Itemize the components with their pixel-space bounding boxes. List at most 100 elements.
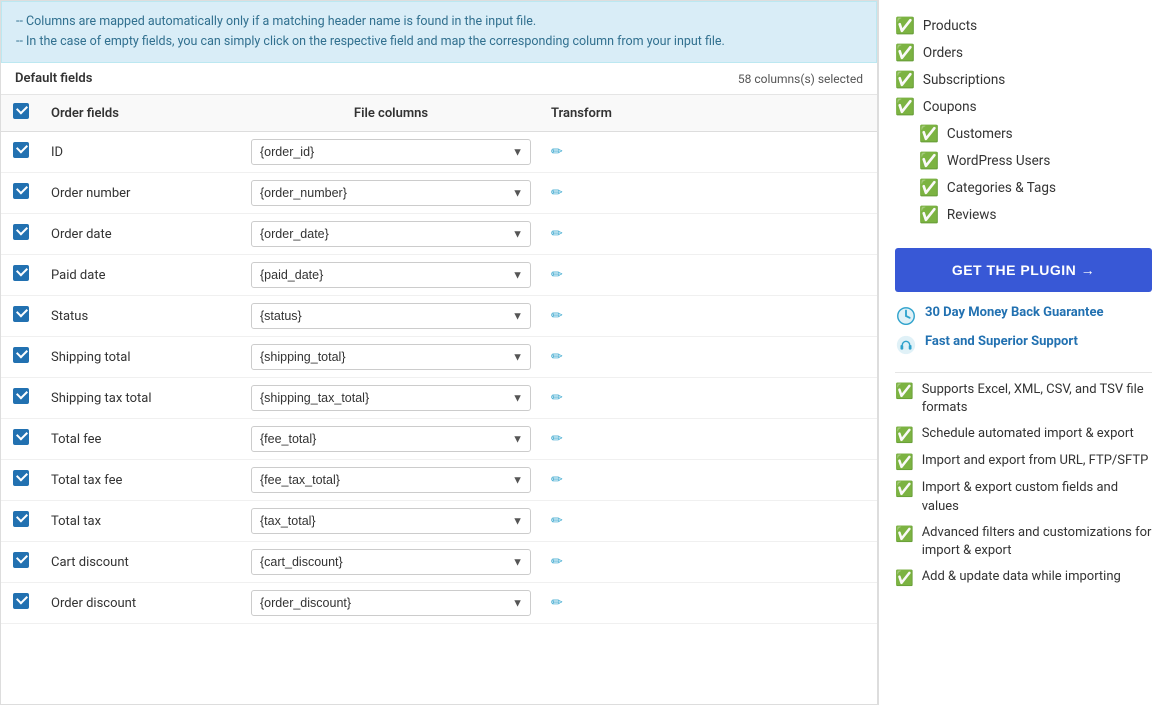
- row-checkbox[interactable]: [13, 388, 29, 404]
- file-column-select[interactable]: {paid_date}: [251, 262, 531, 288]
- file-column-select[interactable]: {order_number}: [251, 180, 531, 206]
- table-row: Total tax fee {fee_tax_total} ▼ ✏: [1, 460, 877, 501]
- row-checkbox-cell[interactable]: [1, 419, 41, 460]
- check-icon: ✅: [895, 97, 915, 116]
- table-header-row: Order fields File columns Transform: [1, 95, 877, 132]
- check-icon: ✅: [919, 124, 939, 143]
- select-wrapper: {fee_tax_total} ▼: [251, 467, 531, 493]
- header-checkbox-cell[interactable]: [1, 95, 41, 132]
- edit-icon[interactable]: ✏: [551, 513, 563, 529]
- row-checkbox[interactable]: [13, 347, 29, 363]
- edit-icon[interactable]: ✏: [551, 390, 563, 406]
- file-column-select[interactable]: {fee_tax_total}: [251, 467, 531, 493]
- file-column-select[interactable]: {tax_total}: [251, 508, 531, 534]
- nav-sub-item[interactable]: ✅ WordPress Users: [895, 147, 1152, 174]
- support-text: Fast and Superior Support: [925, 333, 1078, 351]
- nav-item[interactable]: ✅ Coupons: [895, 93, 1152, 120]
- edit-icon[interactable]: ✏: [551, 595, 563, 611]
- row-order-field-label: Status: [41, 296, 241, 337]
- info-line1: -- Columns are mapped automatically only…: [16, 12, 862, 32]
- feature-text: Add & update data while importing: [922, 568, 1121, 586]
- file-column-select[interactable]: {cart_discount}: [251, 549, 531, 575]
- money-back-text: 30 Day Money Back Guarantee: [925, 304, 1104, 322]
- feature-check-icon: ✅: [895, 480, 914, 498]
- row-edit-cell: ✏: [541, 214, 877, 255]
- file-column-select[interactable]: {order_id}: [251, 139, 531, 165]
- row-checkbox-cell[interactable]: [1, 132, 41, 173]
- row-checkbox-cell[interactable]: [1, 173, 41, 214]
- feature-text: Supports Excel, XML, CSV, and TSV file f…: [922, 381, 1152, 417]
- row-checkbox[interactable]: [13, 593, 29, 609]
- row-checkbox-cell[interactable]: [1, 337, 41, 378]
- row-checkbox[interactable]: [13, 224, 29, 240]
- row-edit-cell: ✏: [541, 460, 877, 501]
- row-checkbox[interactable]: [13, 183, 29, 199]
- row-edit-cell: ✏: [541, 378, 877, 419]
- file-column-select[interactable]: {status}: [251, 303, 531, 329]
- row-checkbox-cell[interactable]: [1, 542, 41, 583]
- row-checkbox-cell[interactable]: [1, 583, 41, 624]
- feature-text: Import & export custom fields and values: [922, 479, 1152, 515]
- table-row: Cart discount {cart_discount} ▼ ✏: [1, 542, 877, 583]
- row-file-column-select-cell: {order_id} ▼: [241, 132, 541, 173]
- file-column-select[interactable]: {order_date}: [251, 221, 531, 247]
- table-row: Order date {order_date} ▼ ✏: [1, 214, 877, 255]
- row-checkbox[interactable]: [13, 511, 29, 527]
- select-wrapper: {tax_total} ▼: [251, 508, 531, 534]
- feature-item: ✅ Add & update data while importing: [895, 568, 1152, 587]
- nav-item-label: Subscriptions: [923, 72, 1005, 88]
- row-file-column-select-cell: {fee_total} ▼: [241, 419, 541, 460]
- row-checkbox[interactable]: [13, 265, 29, 281]
- select-wrapper: {order_date} ▼: [251, 221, 531, 247]
- edit-icon[interactable]: ✏: [551, 554, 563, 570]
- header-order-fields: Order fields: [41, 95, 241, 132]
- edit-icon[interactable]: ✏: [551, 431, 563, 447]
- file-column-select[interactable]: {order_discount}: [251, 590, 531, 616]
- select-wrapper: {status} ▼: [251, 303, 531, 329]
- edit-icon[interactable]: ✏: [551, 267, 563, 283]
- nav-item[interactable]: ✅ Products: [895, 12, 1152, 39]
- file-column-select[interactable]: {shipping_tax_total}: [251, 385, 531, 411]
- row-checkbox[interactable]: [13, 142, 29, 158]
- nav-item[interactable]: ✅ Subscriptions: [895, 66, 1152, 93]
- row-checkbox[interactable]: [13, 429, 29, 445]
- check-icon: ✅: [895, 70, 915, 89]
- check-icon: ✅: [919, 178, 939, 197]
- row-checkbox[interactable]: [13, 470, 29, 486]
- row-checkbox-cell[interactable]: [1, 501, 41, 542]
- row-checkbox-cell[interactable]: [1, 378, 41, 419]
- support-icon: [895, 334, 917, 356]
- feature-check-icon: ✅: [895, 382, 914, 400]
- select-wrapper: {order_id} ▼: [251, 139, 531, 165]
- select-all-checkbox[interactable]: [13, 103, 29, 119]
- file-column-select[interactable]: {fee_total}: [251, 426, 531, 452]
- row-checkbox[interactable]: [13, 552, 29, 568]
- edit-icon[interactable]: ✏: [551, 349, 563, 365]
- row-file-column-select-cell: {status} ▼: [241, 296, 541, 337]
- edit-icon[interactable]: ✏: [551, 308, 563, 324]
- row-checkbox-cell[interactable]: [1, 460, 41, 501]
- feature-item: ✅ Import & export custom fields and valu…: [895, 479, 1152, 515]
- edit-icon[interactable]: ✏: [551, 472, 563, 488]
- edit-icon[interactable]: ✏: [551, 185, 563, 201]
- default-fields-header: Default fields 58 columns(s) selected: [1, 63, 877, 95]
- feature-check-icon: ✅: [895, 525, 914, 543]
- get-plugin-button[interactable]: GET THE PLUGIN →: [895, 248, 1152, 292]
- row-edit-cell: ✏: [541, 583, 877, 624]
- header-transform: Transform: [541, 95, 877, 132]
- row-checkbox-cell[interactable]: [1, 296, 41, 337]
- row-checkbox[interactable]: [13, 306, 29, 322]
- feature-text: Schedule automated import & export: [922, 425, 1134, 443]
- row-checkbox-cell[interactable]: [1, 214, 41, 255]
- nav-sub-item[interactable]: ✅ Customers: [895, 120, 1152, 147]
- row-order-field-label: Order number: [41, 173, 241, 214]
- file-column-select[interactable]: {shipping_total}: [251, 344, 531, 370]
- row-checkbox-cell[interactable]: [1, 255, 41, 296]
- edit-icon[interactable]: ✏: [551, 144, 563, 160]
- nav-sub-item[interactable]: ✅ Categories & Tags: [895, 174, 1152, 201]
- nav-item-label: Products: [923, 18, 977, 34]
- nav-sub-item[interactable]: ✅ Reviews: [895, 201, 1152, 228]
- features-section: ✅ Supports Excel, XML, CSV, and TSV file…: [879, 381, 1168, 587]
- nav-item[interactable]: ✅ Orders: [895, 39, 1152, 66]
- edit-icon[interactable]: ✏: [551, 226, 563, 242]
